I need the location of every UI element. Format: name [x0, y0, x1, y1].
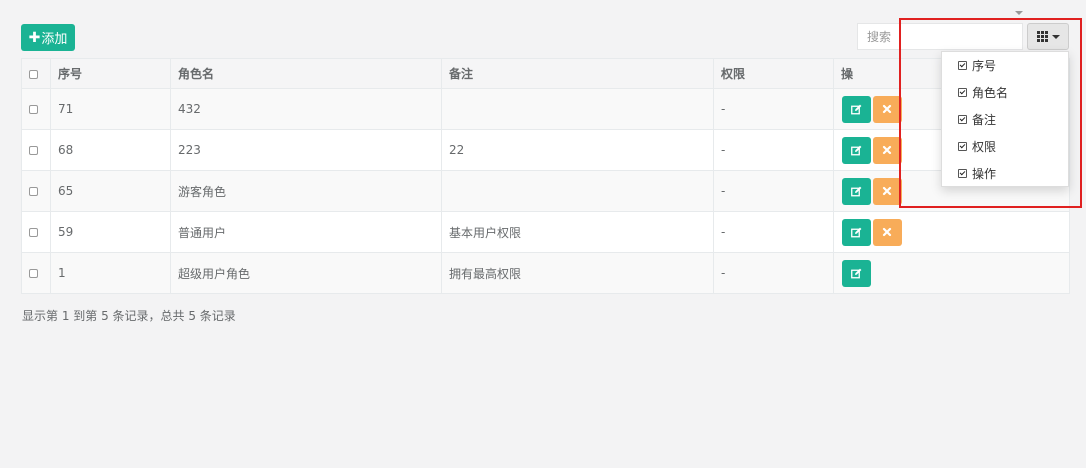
cell-id: 71 — [50, 88, 171, 130]
row-checkbox-cell[interactable] — [21, 129, 51, 171]
cell-remark: 22 — [441, 129, 714, 171]
column-visibility-menu: 序号角色名备注权限操作 — [941, 51, 1069, 187]
header-remark[interactable]: 备注 — [441, 58, 714, 89]
edit-button[interactable] — [842, 218, 871, 246]
column-toggle-item[interactable]: 备注 — [958, 111, 996, 127]
row-checkbox[interactable] — [29, 187, 38, 196]
table-row: 59 普通用户 基本用户权限 - — [21, 211, 1070, 253]
row-checkbox[interactable] — [29, 228, 38, 237]
cell-permission: - — [713, 211, 834, 253]
column-toggle-label: 操作 — [972, 166, 997, 181]
add-button-label: 添加 — [41, 32, 68, 47]
edit-button[interactable] — [842, 95, 871, 123]
cell-role-name: 432 — [170, 88, 442, 130]
row-checkbox-cell[interactable] — [21, 211, 51, 253]
edit-button[interactable] — [842, 136, 871, 164]
edit-button[interactable] — [842, 177, 871, 205]
cell-remark: 基本用户权限 — [441, 211, 714, 253]
column-toggle-item[interactable]: 操作 — [958, 165, 996, 181]
search-input[interactable] — [857, 23, 1023, 50]
select-all-checkbox-cell[interactable] — [21, 58, 51, 89]
row-checkbox-cell[interactable] — [21, 170, 51, 212]
row-checkbox[interactable] — [29, 105, 38, 114]
column-toggle-label: 序号 — [972, 58, 997, 73]
cell-permission: - — [713, 170, 834, 212]
roles-table: 序号 角色名 备注 权限 操 71 432-68 223 22-65 游客角色 -59 普通… — [21, 58, 1070, 294]
grid-icon — [1036, 31, 1048, 42]
delete-button[interactable] — [873, 95, 902, 123]
cell-permission: - — [713, 252, 834, 294]
row-checkbox-cell[interactable] — [21, 88, 51, 130]
cell-id: 59 — [50, 211, 171, 253]
row-checkbox[interactable] — [29, 269, 38, 278]
columns-toggle-button[interactable] — [1027, 23, 1069, 50]
header-permission[interactable]: 权限 — [713, 58, 834, 89]
cell-id: 65 — [50, 170, 171, 212]
header-id[interactable]: 序号 — [50, 58, 171, 89]
row-checkbox-cell[interactable] — [21, 252, 51, 294]
select-all-checkbox[interactable] — [29, 69, 38, 79]
table-header-row: 序号 角色名 备注 权限 操 — [21, 58, 1070, 89]
cell-role-name: 游客角色 — [170, 170, 442, 212]
column-toggle-item[interactable]: 角色名 — [958, 84, 1008, 100]
cell-role-name: 普通用户 — [170, 211, 442, 253]
cell-remark: 拥有最高权限 — [441, 252, 714, 294]
cell-remark — [441, 88, 714, 130]
delete-button[interactable] — [873, 218, 902, 246]
column-toggle-label: 备注 — [972, 112, 997, 127]
table-row: 1 超级用户角色 拥有最高权限 - — [21, 252, 1070, 294]
column-checkbox[interactable] — [958, 114, 967, 124]
edit-button[interactable] — [842, 259, 871, 287]
add-button[interactable]: ✚ 添加 — [21, 24, 75, 51]
cell-actions — [833, 211, 1070, 253]
cell-remark — [441, 170, 714, 212]
column-checkbox[interactable] — [958, 60, 967, 70]
column-checkbox[interactable] — [958, 87, 967, 97]
chevron-down-icon — [1051, 34, 1060, 39]
column-toggle-item[interactable]: 序号 — [958, 57, 996, 73]
table-row: 65 游客角色 - — [21, 170, 1070, 212]
cell-actions — [833, 252, 1070, 294]
cell-role-name: 超级用户角色 — [170, 252, 442, 294]
pagination-summary: 显示第 1 到第 5 条记录，总共 5 条记录 — [22, 309, 236, 323]
cell-permission: - — [713, 129, 834, 171]
column-toggle-label: 权限 — [972, 139, 997, 154]
cell-id: 1 — [50, 252, 171, 294]
table-row: 71 432 - — [21, 88, 1070, 130]
delete-button[interactable] — [873, 177, 902, 205]
column-checkbox[interactable] — [958, 168, 967, 178]
plus-icon: ✚ — [28, 29, 41, 46]
cell-permission: - — [713, 88, 834, 130]
column-toggle-label: 角色名 — [972, 85, 1009, 100]
table-row: 68 223 22- — [21, 129, 1070, 171]
cell-role-name: 223 — [170, 129, 442, 171]
delete-button[interactable] — [873, 136, 902, 164]
header-role-name[interactable]: 角色名 — [170, 58, 442, 89]
column-checkbox[interactable] — [958, 141, 967, 151]
row-checkbox[interactable] — [29, 146, 38, 155]
caret-down-icon — [1015, 11, 1023, 15]
cell-id: 68 — [50, 129, 171, 171]
column-toggle-item[interactable]: 权限 — [958, 138, 996, 154]
